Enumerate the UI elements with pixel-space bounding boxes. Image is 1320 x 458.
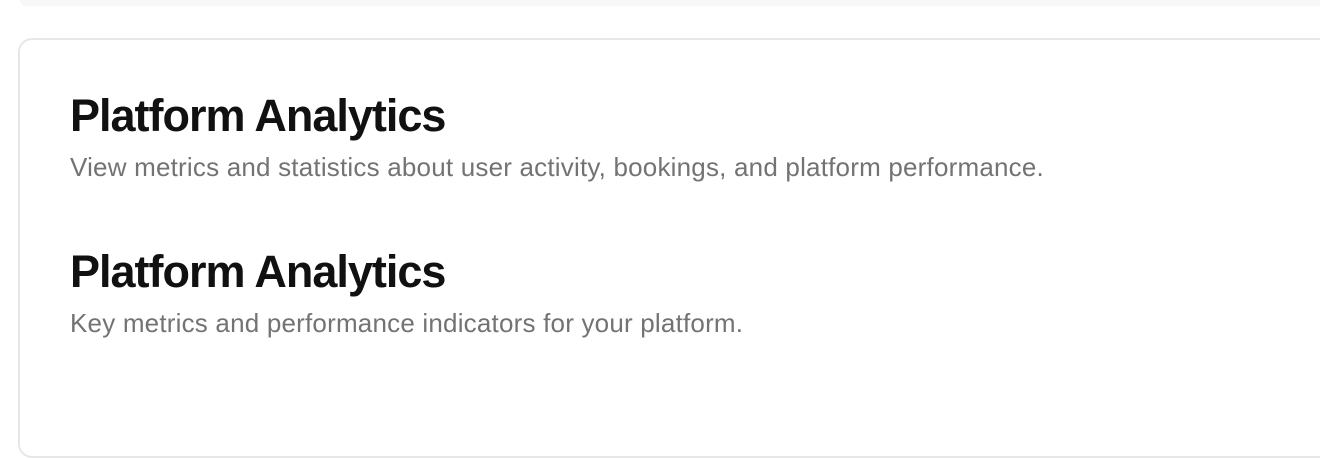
section-header: Platform Analytics Key metrics and perfo… (70, 244, 743, 340)
page-title: Platform Analytics (70, 90, 446, 141)
page-header: Platform Analytics View metrics and stat… (70, 88, 1044, 184)
section-description: Key metrics and performance indicators f… (70, 308, 744, 338)
analytics-card: Platform Analytics View metrics and stat… (18, 38, 1320, 458)
page-description: View metrics and statistics about user a… (70, 152, 1044, 182)
top-panel-edge (20, 0, 1320, 6)
section-title: Platform Analytics (70, 246, 446, 297)
